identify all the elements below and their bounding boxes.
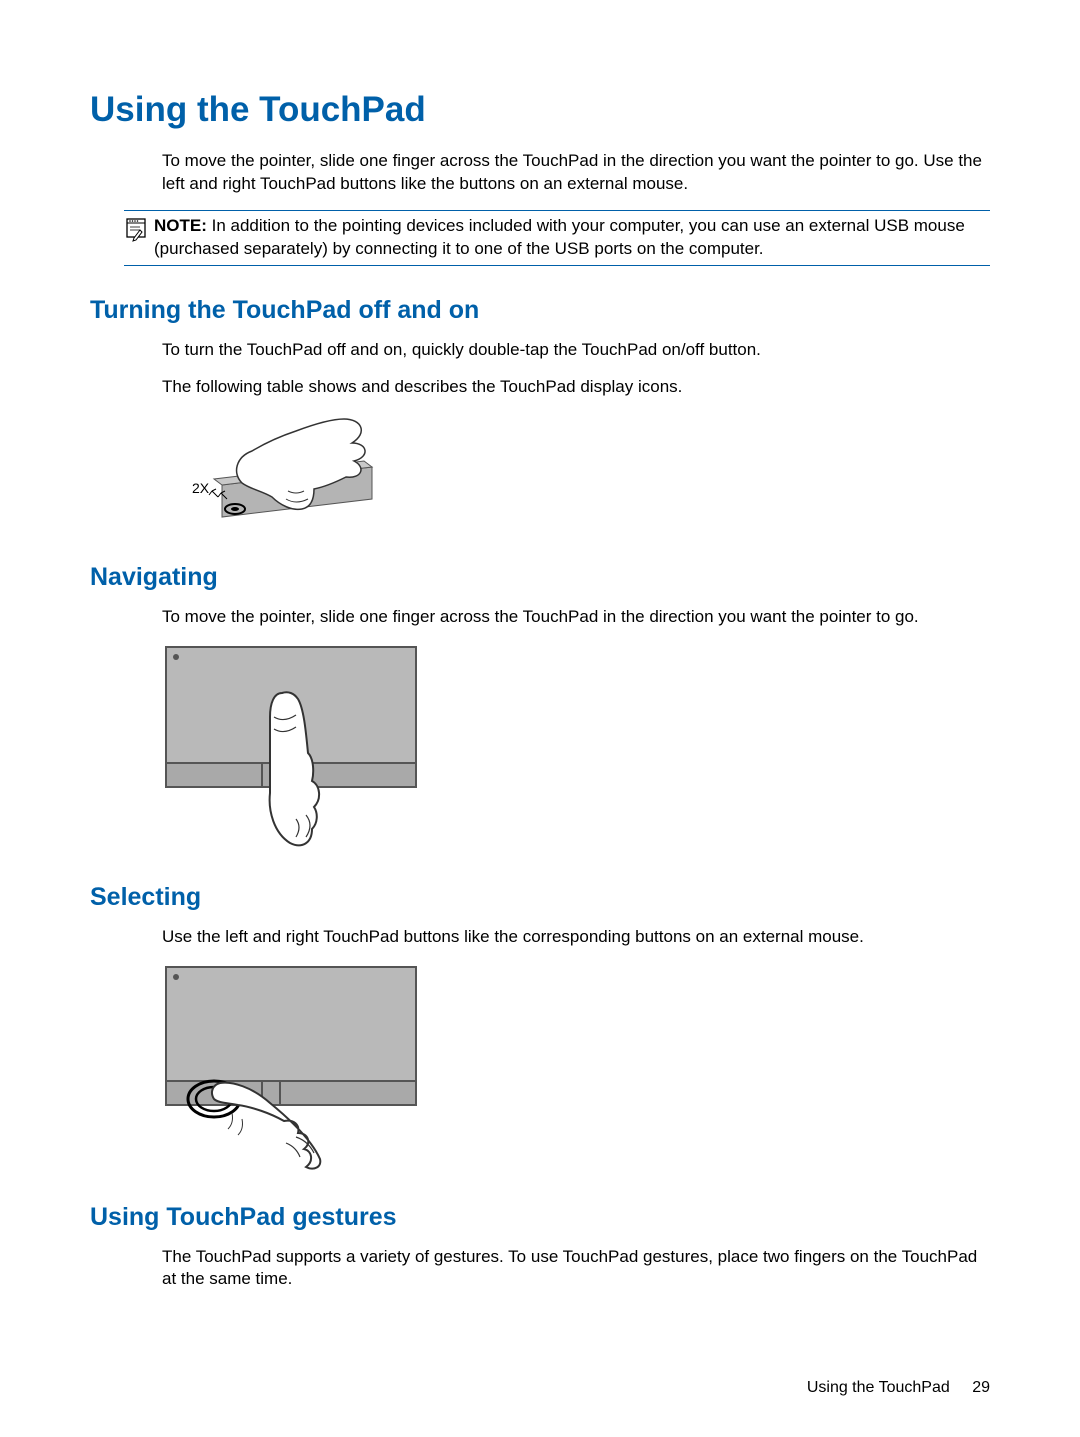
footer-section: Using the TouchPad bbox=[807, 1379, 950, 1396]
illustration-navigating bbox=[162, 643, 422, 853]
section-heading-turning: Turning the TouchPad off and on bbox=[90, 296, 990, 325]
footer-page-number: 29 bbox=[972, 1379, 990, 1396]
turning-p2: The following table shows and describes … bbox=[162, 376, 990, 399]
section-heading-selecting: Selecting bbox=[90, 883, 990, 912]
note-icon bbox=[124, 216, 150, 242]
page-title: Using the TouchPad bbox=[90, 90, 990, 130]
illustration-selecting bbox=[162, 963, 422, 1173]
note-text: NOTE: In addition to the pointing device… bbox=[154, 215, 988, 261]
note-body: In addition to the pointing devices incl… bbox=[154, 216, 965, 258]
selecting-p1: Use the left and right TouchPad buttons … bbox=[162, 926, 990, 949]
intro-block: To move the pointer, slide one finger ac… bbox=[162, 150, 990, 196]
navigating-p1: To move the pointer, slide one finger ac… bbox=[162, 606, 990, 629]
page-footer: Using the TouchPad 29 bbox=[807, 1379, 990, 1397]
page: Using the TouchPad To move the pointer, … bbox=[0, 0, 1080, 1437]
selecting-block: Use the left and right TouchPad buttons … bbox=[162, 926, 990, 1173]
gestures-block: The TouchPad supports a variety of gestu… bbox=[162, 1246, 990, 1292]
turning-p1: To turn the TouchPad off and on, quickly… bbox=[162, 339, 990, 362]
note-block: NOTE: In addition to the pointing device… bbox=[124, 210, 990, 266]
intro-paragraph: To move the pointer, slide one finger ac… bbox=[162, 150, 990, 196]
gestures-p1: The TouchPad supports a variety of gestu… bbox=[162, 1246, 990, 1292]
note-row: NOTE: In addition to the pointing device… bbox=[124, 210, 990, 266]
turning-block: To turn the TouchPad off and on, quickly… bbox=[162, 339, 990, 533]
illustration-double-tap: 2X bbox=[162, 413, 392, 533]
navigating-block: To move the pointer, slide one finger ac… bbox=[162, 606, 990, 853]
section-heading-gestures: Using TouchPad gestures bbox=[90, 1203, 990, 1232]
note-label: NOTE: bbox=[154, 216, 207, 235]
section-heading-navigating: Navigating bbox=[90, 563, 990, 592]
double-tap-label: 2X bbox=[192, 480, 210, 496]
